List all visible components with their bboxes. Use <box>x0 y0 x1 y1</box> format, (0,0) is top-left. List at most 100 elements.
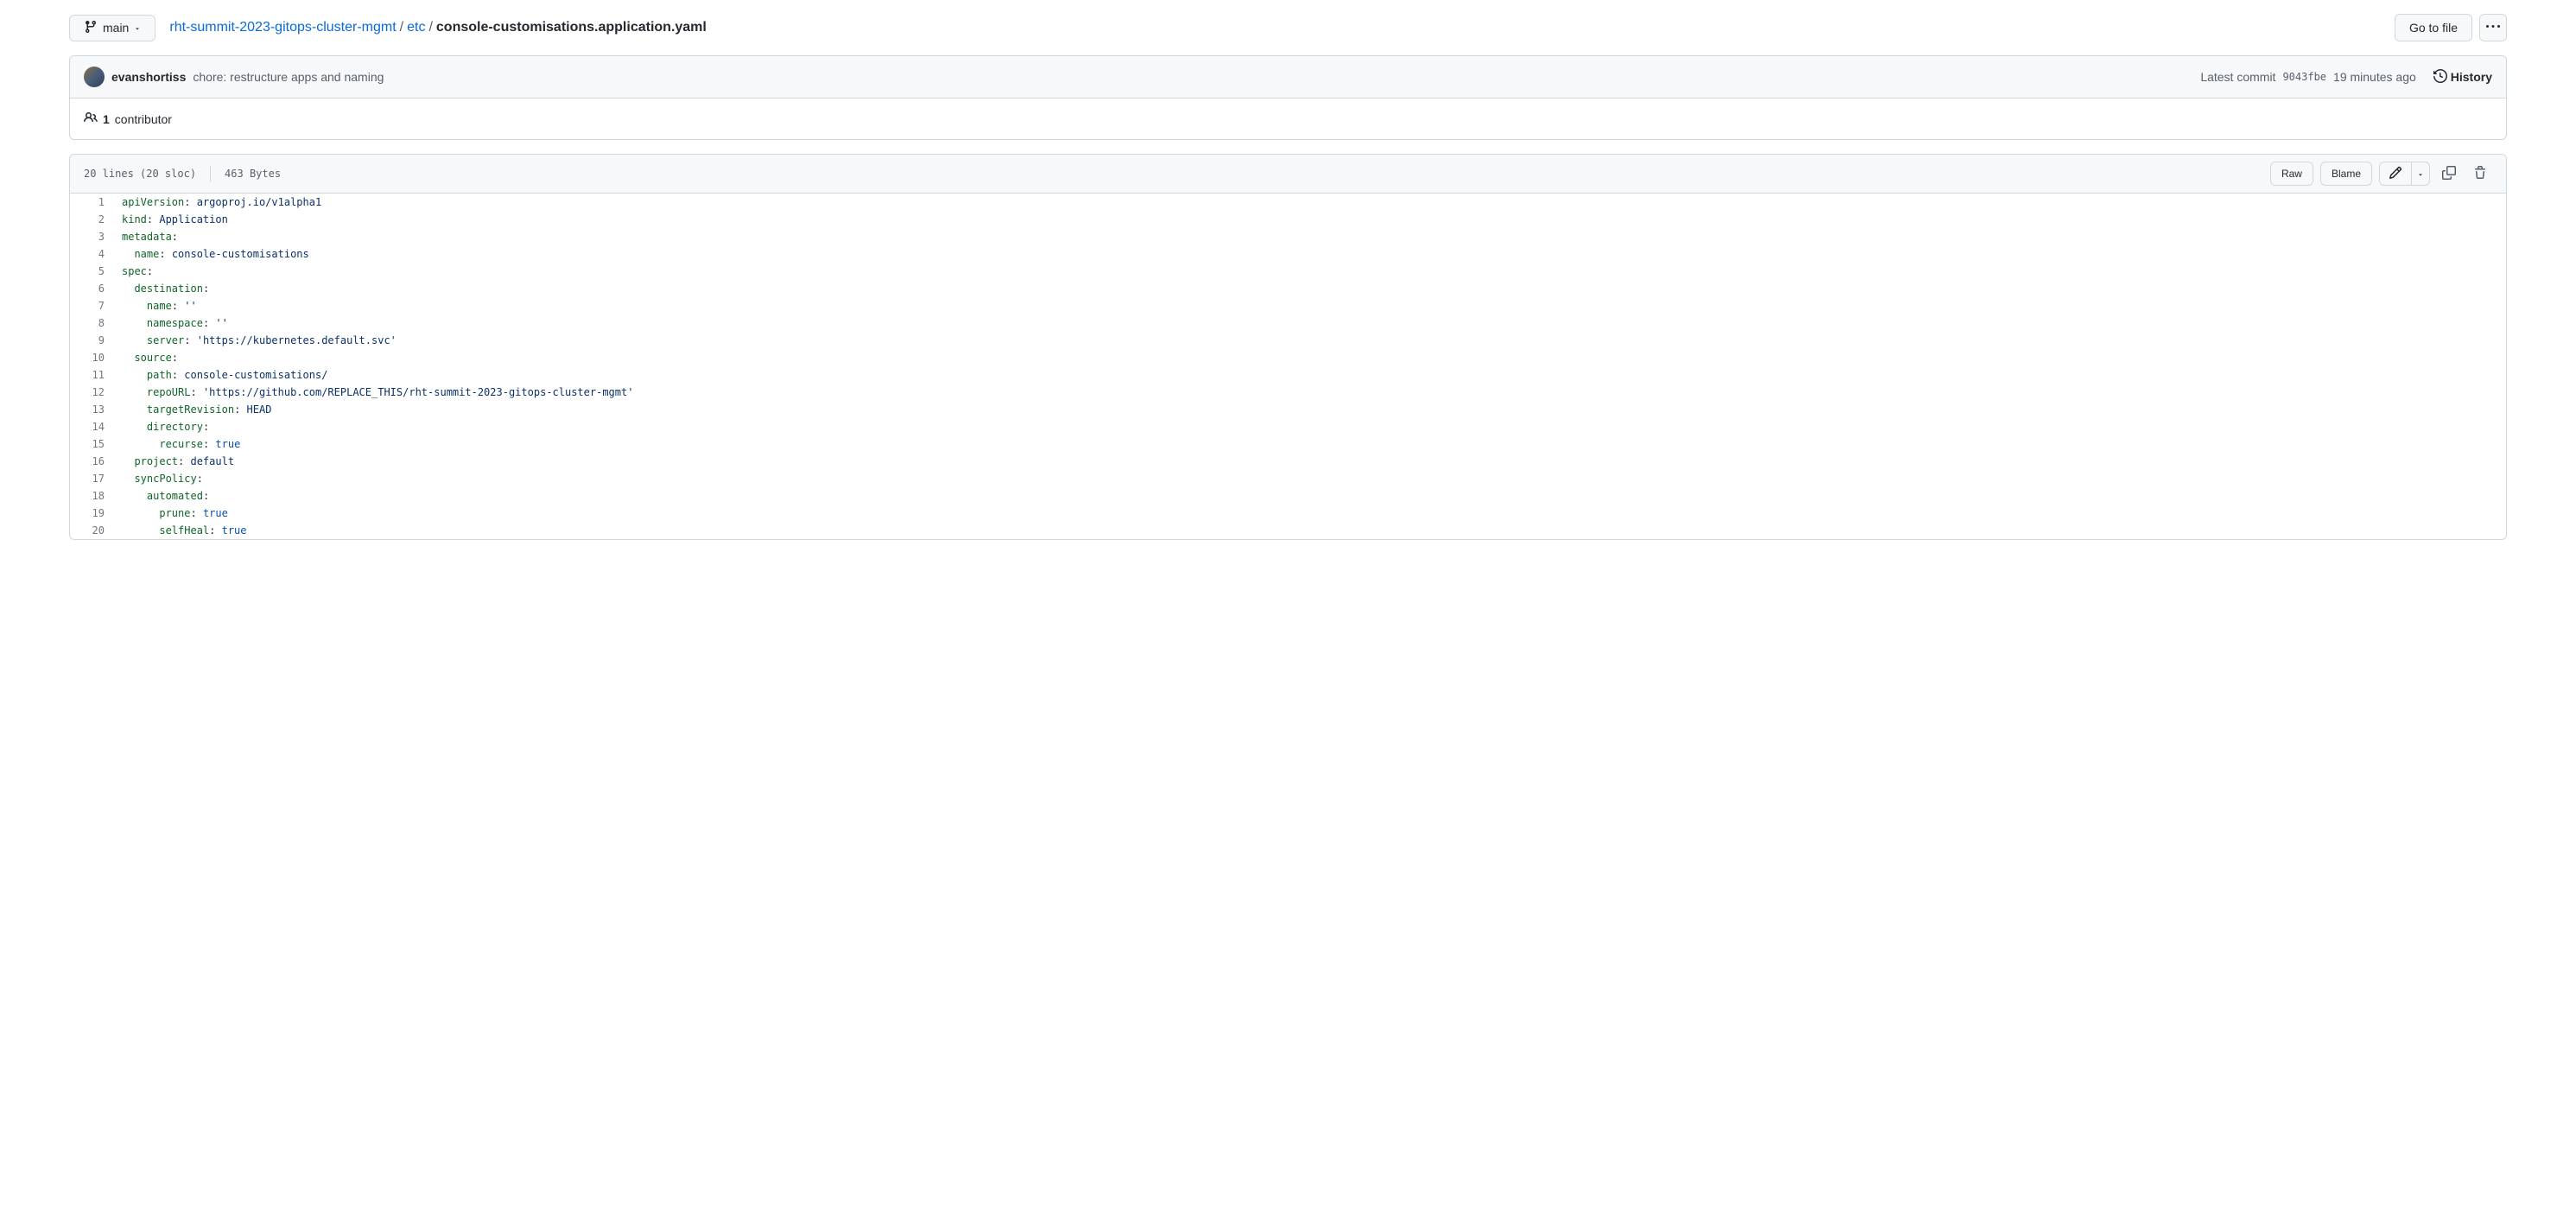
commit-box: evanshortiss chore: restructure apps and… <box>69 55 2507 140</box>
file-nav-left: main rht-summit-2023-gitops-cluster-mgmt… <box>69 15 707 41</box>
line-number[interactable]: 13 <box>70 401 113 418</box>
code-line: 4 name: console-customisations <box>70 245 2506 263</box>
line-content: spec: <box>113 263 2506 280</box>
copy-button[interactable] <box>2437 162 2461 186</box>
code-line: 14 directory: <box>70 418 2506 435</box>
line-content: selfHeal: true <box>113 522 2506 539</box>
contributors-row: 1 contributor <box>70 98 2506 139</box>
code-line: 6 destination: <box>70 280 2506 297</box>
code-line: 17 syncPolicy: <box>70 470 2506 487</box>
line-content: namespace: '' <box>113 314 2506 332</box>
kebab-menu-button[interactable] <box>2479 14 2507 41</box>
code-line: 12 repoURL: 'https://github.com/REPLACE_… <box>70 384 2506 401</box>
contributor-count: 1 <box>103 112 110 126</box>
commit-author-link[interactable]: evanshortiss <box>111 70 186 84</box>
kebab-icon <box>2486 20 2500 36</box>
line-content: prune: true <box>113 505 2506 522</box>
line-content: name: '' <box>113 297 2506 314</box>
line-number[interactable]: 15 <box>70 435 113 453</box>
code-meta: 20 lines (20 sloc) 463 Bytes <box>84 166 281 181</box>
line-content: source: <box>113 349 2506 366</box>
code-actions: Raw Blame <box>2270 162 2492 186</box>
raw-button[interactable]: Raw <box>2270 162 2313 186</box>
line-number[interactable]: 16 <box>70 453 113 470</box>
line-number[interactable]: 9 <box>70 332 113 349</box>
code-line: 8 namespace: '' <box>70 314 2506 332</box>
history-icon <box>2433 69 2447 86</box>
line-number[interactable]: 4 <box>70 245 113 263</box>
avatar[interactable] <box>84 67 105 87</box>
edit-dropdown-button[interactable] <box>2412 162 2430 186</box>
line-number[interactable]: 17 <box>70 470 113 487</box>
caret-down-icon <box>134 21 141 35</box>
code-line: 10 source: <box>70 349 2506 366</box>
line-number[interactable]: 6 <box>70 280 113 297</box>
delete-button[interactable] <box>2468 162 2492 186</box>
breadcrumb-separator: / <box>400 20 403 35</box>
people-icon <box>84 111 98 127</box>
file-navigation: main rht-summit-2023-gitops-cluster-mgmt… <box>69 14 2507 41</box>
line-number[interactable]: 2 <box>70 211 113 228</box>
line-content: path: console-customisations/ <box>113 366 2506 384</box>
line-number[interactable]: 1 <box>70 194 113 211</box>
edit-button[interactable] <box>2379 162 2412 186</box>
line-number[interactable]: 18 <box>70 487 113 505</box>
copy-icon <box>2442 166 2456 182</box>
go-to-file-button[interactable]: Go to file <box>2395 14 2472 41</box>
commit-meta: Latest commit 9043fbe 19 minutes ago His… <box>2200 69 2492 86</box>
line-number[interactable]: 12 <box>70 384 113 401</box>
lines-info: 20 lines (20 sloc) <box>84 168 196 180</box>
line-content: project: default <box>113 453 2506 470</box>
commit-sha-link[interactable]: 9043fbe <box>2282 71 2326 83</box>
code-line: 15 recurse: true <box>70 435 2506 453</box>
breadcrumb-folder-link[interactable]: etc <box>407 20 425 35</box>
history-label: History <box>2451 70 2492 84</box>
breadcrumb: rht-summit-2023-gitops-cluster-mgmt / et… <box>169 20 707 35</box>
line-number[interactable]: 10 <box>70 349 113 366</box>
line-number[interactable]: 7 <box>70 297 113 314</box>
branch-select-button[interactable]: main <box>69 15 155 41</box>
code-line: 7 name: '' <box>70 297 2506 314</box>
line-content: apiVersion: argoproj.io/v1alpha1 <box>113 194 2506 211</box>
breadcrumb-repo-link[interactable]: rht-summit-2023-gitops-cluster-mgmt <box>169 20 396 35</box>
history-link[interactable]: History <box>2433 69 2492 86</box>
line-content: name: console-customisations <box>113 245 2506 263</box>
line-content: kind: Application <box>113 211 2506 228</box>
latest-commit-label: Latest commit <box>2200 70 2275 84</box>
code-table: 1apiVersion: argoproj.io/v1alpha12kind: … <box>70 194 2506 539</box>
blame-button[interactable]: Blame <box>2320 162 2372 186</box>
code-line: 13 targetRevision: HEAD <box>70 401 2506 418</box>
code-line: 20 selfHeal: true <box>70 522 2506 539</box>
breadcrumb-file: console-customisations.application.yaml <box>436 20 707 35</box>
branch-name: main <box>103 21 129 35</box>
branch-icon <box>84 20 98 36</box>
contributor-label: contributor <box>115 112 172 126</box>
pencil-icon <box>2389 166 2402 182</box>
line-content: destination: <box>113 280 2506 297</box>
breadcrumb-separator: / <box>428 20 432 35</box>
line-number[interactable]: 11 <box>70 366 113 384</box>
code-line: 1apiVersion: argoproj.io/v1alpha1 <box>70 194 2506 211</box>
code-line: 2kind: Application <box>70 211 2506 228</box>
commit-header: evanshortiss chore: restructure apps and… <box>70 56 2506 98</box>
line-number[interactable]: 19 <box>70 505 113 522</box>
line-number[interactable]: 20 <box>70 522 113 539</box>
file-nav-right: Go to file <box>2395 14 2507 41</box>
trash-icon <box>2473 166 2487 182</box>
divider <box>210 166 211 181</box>
line-content: metadata: <box>113 228 2506 245</box>
commit-info: evanshortiss chore: restructure apps and… <box>84 67 384 87</box>
code-header: 20 lines (20 sloc) 463 Bytes Raw Blame <box>70 155 2506 194</box>
code-line: 9 server: 'https://kubernetes.default.sv… <box>70 332 2506 349</box>
line-content: server: 'https://kubernetes.default.svc' <box>113 332 2506 349</box>
line-content: recurse: true <box>113 435 2506 453</box>
line-number[interactable]: 3 <box>70 228 113 245</box>
bytes-info: 463 Bytes <box>225 168 281 180</box>
line-number[interactable]: 5 <box>70 263 113 280</box>
line-content: syncPolicy: <box>113 470 2506 487</box>
line-number[interactable]: 14 <box>70 418 113 435</box>
commit-message[interactable]: chore: restructure apps and naming <box>193 70 384 84</box>
code-line: 18 automated: <box>70 487 2506 505</box>
line-number[interactable]: 8 <box>70 314 113 332</box>
line-content: repoURL: 'https://github.com/REPLACE_THI… <box>113 384 2506 401</box>
